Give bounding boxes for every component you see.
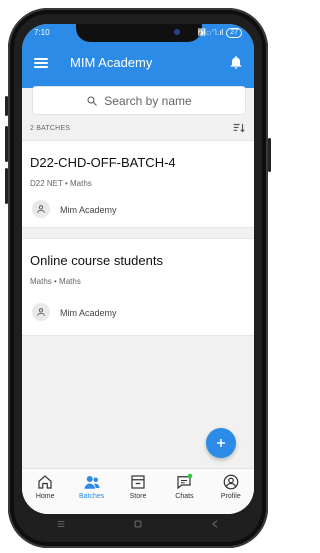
nav-profile[interactable]: Profile [208,469,254,514]
menu-icon[interactable] [34,58,48,68]
app-bar: 7:10 ௡ி.ıl 27 MIM Academy [22,24,254,88]
power-button [268,138,271,172]
search-icon [87,96,98,106]
app-title: MIM Academy [70,55,153,70]
batch-owner: Mim Academy [60,205,117,215]
menu-lines-icon[interactable] [56,519,66,529]
chat-icon [177,473,193,490]
sort-icon[interactable] [232,121,246,135]
nav-label: Chats [175,493,194,500]
phone-screen: 7:10 ௡ி.ıl 27 MIM Academy Search by name… [22,24,254,514]
nav-store[interactable]: Store [115,469,161,514]
batch-name: Online course students [30,253,163,268]
batch-owner: Mim Academy [60,308,117,318]
camera-notch [76,24,202,42]
nav-batches[interactable]: Batches [68,469,114,514]
people-icon [84,476,100,489]
person-icon [32,200,50,218]
batch-subtitle: Maths • Maths [30,277,81,286]
batch-name: D22-CHD-OFF-BATCH-4 [30,155,176,170]
nav-label: Profile [220,493,241,500]
batch-card[interactable]: Online course students Maths • Maths Mim… [22,238,254,336]
nav-label: Home [35,493,55,500]
front-camera [174,29,180,35]
home-square-icon[interactable] [133,519,143,529]
volume-button [5,126,8,162]
system-nav-bar [22,514,254,534]
volume-button [5,96,8,116]
search-input[interactable]: Search by name [32,86,246,115]
batch-subtitle: D22 NET • Maths [30,179,92,188]
search-placeholder: Search by name [104,93,192,108]
bell-icon[interactable] [228,54,244,70]
batch-count: 2 BATCHES [30,124,71,132]
bottom-nav: Home Batches Store Chats Profile [22,468,254,514]
person-icon [32,303,50,321]
nav-home[interactable]: Home [22,469,68,514]
battery-icon: 27 [226,28,242,38]
profile-icon [223,474,239,490]
plus-icon [217,439,225,447]
store-icon [131,475,145,489]
add-batch-button[interactable] [206,428,236,458]
nav-label: Store [129,493,147,500]
nav-chats[interactable]: Chats [161,469,207,514]
batches-header: 2 BATCHES [22,118,254,138]
home-icon [38,475,52,489]
volume-button [5,168,8,204]
back-icon[interactable] [210,519,220,529]
status-icons: ௡ி.ıl 27 [198,28,242,38]
signal-icon: ௡ி.ıl [197,28,224,37]
nav-label: Batches [78,493,105,500]
status-time: 7:10 [34,28,50,37]
batch-card[interactable]: D22-CHD-OFF-BATCH-4 D22 NET • Maths Mim … [22,140,254,228]
